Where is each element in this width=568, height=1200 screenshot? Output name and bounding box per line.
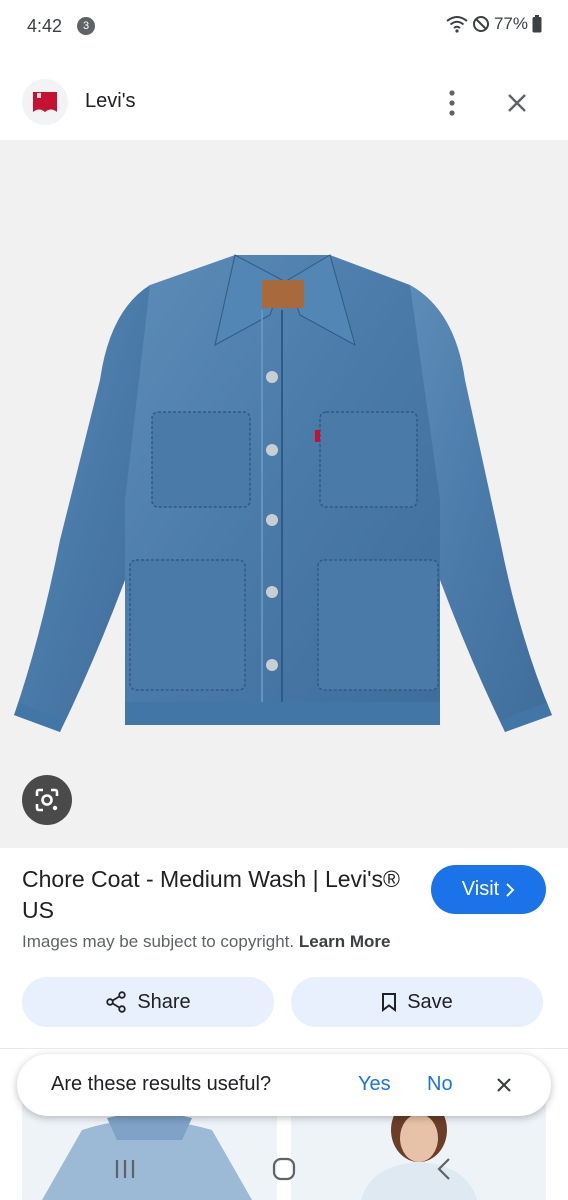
status-time: 4:42 bbox=[27, 16, 63, 36]
result-title[interactable]: Chore Coat - Medium Wash | Levi's® US bbox=[22, 864, 412, 926]
save-button[interactable]: Save bbox=[291, 977, 543, 1027]
product-image[interactable] bbox=[0, 140, 568, 848]
status-bar: 4:42 3 77% bbox=[0, 0, 568, 56]
feedback-question: Are these results useful? bbox=[51, 1073, 272, 1095]
home-icon[interactable] bbox=[264, 1154, 304, 1184]
recent-apps-icon[interactable] bbox=[105, 1154, 145, 1184]
share-icon bbox=[106, 991, 127, 1013]
levis-logo-icon[interactable] bbox=[22, 79, 68, 125]
feedback-no-button[interactable]: No bbox=[427, 1073, 453, 1096]
save-label: Save bbox=[407, 990, 453, 1013]
share-label: Share bbox=[137, 990, 191, 1013]
result-header: Levi's bbox=[0, 62, 568, 140]
feedback-card: Are these results useful? Yes No bbox=[17, 1054, 551, 1116]
chevron-right-icon bbox=[506, 882, 515, 897]
battery-level: 77% bbox=[493, 14, 528, 33]
back-icon[interactable] bbox=[424, 1154, 464, 1184]
status-icons: 77% bbox=[446, 14, 542, 34]
visit-label: Visit bbox=[461, 878, 500, 900]
bookmark-icon bbox=[382, 993, 397, 1012]
battery-icon bbox=[532, 15, 542, 33]
learn-more-link[interactable]: Learn More bbox=[299, 932, 391, 951]
denim-jacket-illustration bbox=[14, 254, 552, 732]
navigation-bar bbox=[0, 1136, 568, 1200]
dnd-icon bbox=[472, 16, 489, 32]
site-name[interactable]: Levi's bbox=[85, 90, 136, 113]
visit-button[interactable]: Visit bbox=[431, 865, 546, 914]
lens-icon[interactable] bbox=[22, 775, 72, 825]
copyright-text: Images may be subject to copyright. bbox=[22, 932, 295, 951]
section-divider bbox=[0, 1048, 568, 1049]
feedback-yes-button[interactable]: Yes bbox=[358, 1073, 391, 1096]
close-icon[interactable] bbox=[491, 1072, 517, 1098]
copyright-notice: Images may be subject to copyright. Lear… bbox=[22, 932, 391, 952]
share-button[interactable]: Share bbox=[22, 977, 274, 1027]
close-icon[interactable] bbox=[500, 86, 534, 120]
notification-badge: 3 bbox=[77, 17, 95, 35]
more-vert-icon[interactable] bbox=[437, 86, 467, 120]
wifi-icon bbox=[446, 16, 468, 33]
